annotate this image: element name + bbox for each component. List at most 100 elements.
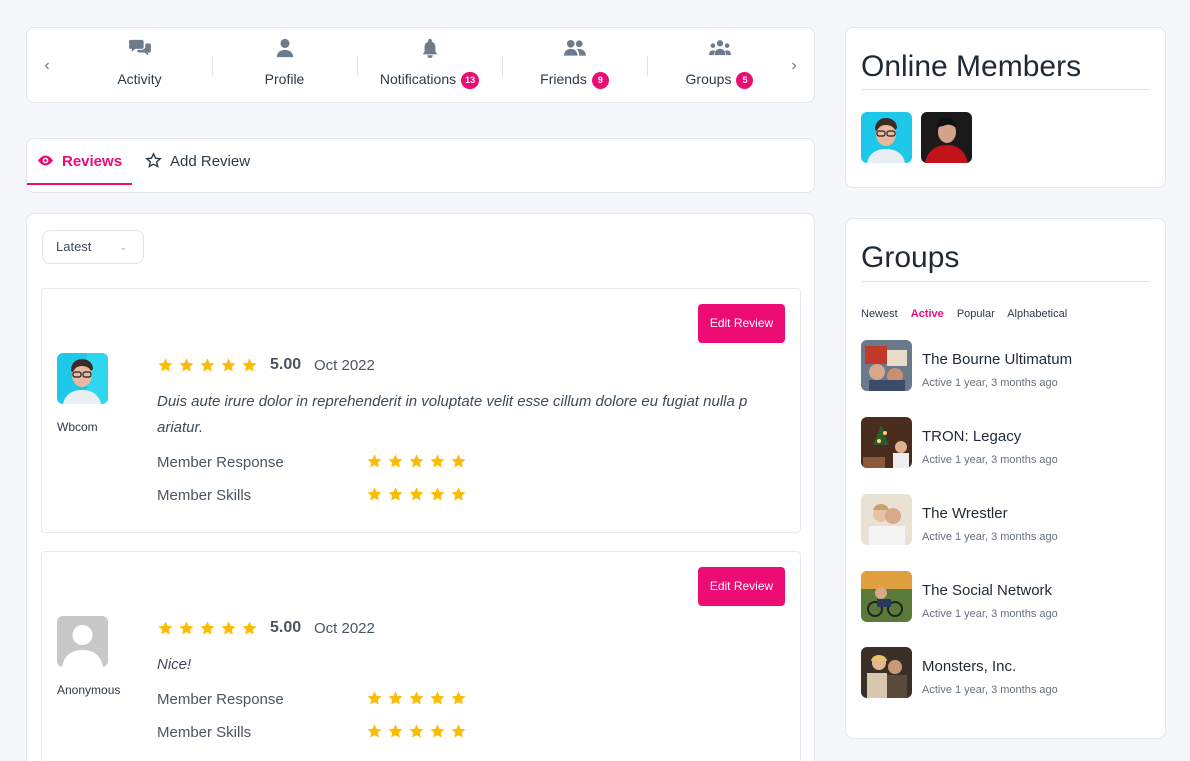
star-icon xyxy=(367,487,382,501)
criteria-label: Member Skills xyxy=(157,724,252,741)
review-score: 5.00 xyxy=(270,619,302,636)
filter-newest[interactable]: Newest xyxy=(861,308,898,320)
online-members-widget: Online Members xyxy=(845,27,1166,188)
star-icon xyxy=(409,454,424,468)
star-icon xyxy=(200,621,215,635)
avatar[interactable] xyxy=(921,112,972,163)
group-title[interactable]: The Social Network xyxy=(922,582,1052,599)
widget-title: Groups xyxy=(861,241,960,274)
nav-item-groups[interactable]: Groups 5 xyxy=(647,28,792,102)
group-avatar[interactable] xyxy=(861,494,912,545)
star-icon xyxy=(430,487,445,501)
nav-item-friends[interactable]: Friends 9 xyxy=(502,28,647,102)
star-icon xyxy=(367,454,382,468)
group-item: The Wrestler Active 1 year, 3 months ago xyxy=(861,494,1151,546)
star-icon xyxy=(430,454,445,468)
review-text: Duis aute irure dolor in reprehenderit i… xyxy=(157,393,748,436)
nav-label: Activity xyxy=(117,71,162,87)
group-avatar[interactable] xyxy=(861,417,912,468)
group-meta: Active 1 year, 3 months ago xyxy=(922,454,1058,466)
review-tabs: Reviews Add Review xyxy=(26,138,815,193)
star-icon xyxy=(221,621,236,635)
criteria-label: Member Skills xyxy=(157,487,252,504)
group-meta: Active 1 year, 3 months ago xyxy=(922,684,1058,696)
nav-label: Profile xyxy=(264,71,305,87)
user-icon xyxy=(276,38,293,58)
group-item: The Bourne Ultimatum Active 1 year, 3 mo… xyxy=(861,340,1151,392)
group-title[interactable]: Monsters, Inc. xyxy=(922,658,1016,675)
profile-nav: ‹ Activity Profile Notifications 13 Frien… xyxy=(26,27,815,103)
user-friends-icon xyxy=(563,39,586,56)
star-icon xyxy=(430,724,445,738)
group-meta: Active 1 year, 3 months ago xyxy=(922,531,1058,543)
star-icon xyxy=(409,724,424,738)
review-date: Oct 2022 xyxy=(314,620,375,637)
nav-label: Notifications 13 xyxy=(357,71,502,89)
edit-review-button[interactable]: Edit Review xyxy=(698,567,785,606)
criteria-rating-stars xyxy=(366,690,467,707)
filter-alphabetical[interactable]: Alphabetical xyxy=(1007,308,1067,320)
star-outline-icon xyxy=(145,152,162,168)
star-icon xyxy=(242,621,257,635)
review-item: Edit Review Wbcom 5.00 Oct 2022 Duis aut… xyxy=(41,288,801,533)
star-icon xyxy=(158,621,173,635)
chevron-right-icon[interactable]: › xyxy=(784,54,804,78)
group-avatar[interactable] xyxy=(861,340,912,391)
star-icon xyxy=(430,691,445,705)
group-meta: Active 1 year, 3 months ago xyxy=(922,377,1058,389)
bell-icon xyxy=(422,38,437,58)
review-rating-stars xyxy=(157,620,258,637)
avatar[interactable] xyxy=(861,112,912,163)
review-author: Wbcom xyxy=(57,420,98,434)
reviews-panel: Latest ⌄ Edit Review Wbcom 5.00 Oct 2022… xyxy=(26,213,815,761)
review-rating-stars xyxy=(157,357,258,374)
tab-reviews[interactable]: Reviews xyxy=(27,139,133,185)
chevron-down-icon: ⌄ xyxy=(119,242,127,252)
star-icon xyxy=(158,358,173,372)
avatar[interactable] xyxy=(57,616,108,667)
star-icon xyxy=(367,691,382,705)
star-icon xyxy=(179,358,194,372)
group-meta: Active 1 year, 3 months ago xyxy=(922,608,1058,620)
nav-item-notifications[interactable]: Notifications 13 xyxy=(357,28,502,102)
group-item: The Social Network Active 1 year, 3 mont… xyxy=(861,571,1151,623)
star-icon xyxy=(388,691,403,705)
group-title[interactable]: TRON: Legacy xyxy=(922,428,1021,445)
star-icon xyxy=(388,724,403,738)
star-icon xyxy=(451,454,466,468)
criteria-label: Member Response xyxy=(157,454,284,471)
filter-active[interactable]: Active xyxy=(911,308,944,320)
divider xyxy=(861,281,1150,282)
star-icon xyxy=(200,358,215,372)
group-title[interactable]: The Bourne Ultimatum xyxy=(922,351,1072,368)
criteria-label: Member Response xyxy=(157,691,284,708)
star-icon xyxy=(451,691,466,705)
friends-count-badge: 9 xyxy=(591,72,609,89)
review-text: Nice! xyxy=(157,656,192,673)
review-date: Oct 2022 xyxy=(314,357,375,374)
groups-count-badge: 5 xyxy=(736,72,754,89)
group-title[interactable]: The Wrestler xyxy=(922,505,1008,522)
groups-widget: Groups Newest Active Popular Alphabetica… xyxy=(845,218,1166,739)
avatar[interactable] xyxy=(57,353,108,404)
notification-count-badge: 13 xyxy=(461,72,480,89)
nav-label: Groups 5 xyxy=(647,71,792,89)
group-filters: Newest Active Popular Alphabetical xyxy=(861,308,1077,320)
star-icon xyxy=(388,487,403,501)
criteria-rating-stars xyxy=(366,723,467,740)
criteria-rating-stars xyxy=(366,453,467,470)
star-icon xyxy=(179,621,194,635)
nav-item-profile[interactable]: Profile xyxy=(212,28,357,102)
review-author: Anonymous xyxy=(57,683,121,697)
chevron-left-icon[interactable]: ‹ xyxy=(37,54,57,78)
edit-review-button[interactable]: Edit Review xyxy=(698,304,785,343)
group-avatar[interactable] xyxy=(861,571,912,622)
sort-select[interactable]: Latest ⌄ xyxy=(42,230,144,264)
group-avatar[interactable] xyxy=(861,647,912,698)
comments-icon xyxy=(128,39,151,56)
star-icon xyxy=(221,358,236,372)
tab-add-review[interactable]: Add Review xyxy=(145,139,250,185)
filter-popular[interactable]: Popular xyxy=(957,308,995,320)
nav-item-activity[interactable]: Activity xyxy=(67,28,212,102)
divider xyxy=(861,89,1150,90)
